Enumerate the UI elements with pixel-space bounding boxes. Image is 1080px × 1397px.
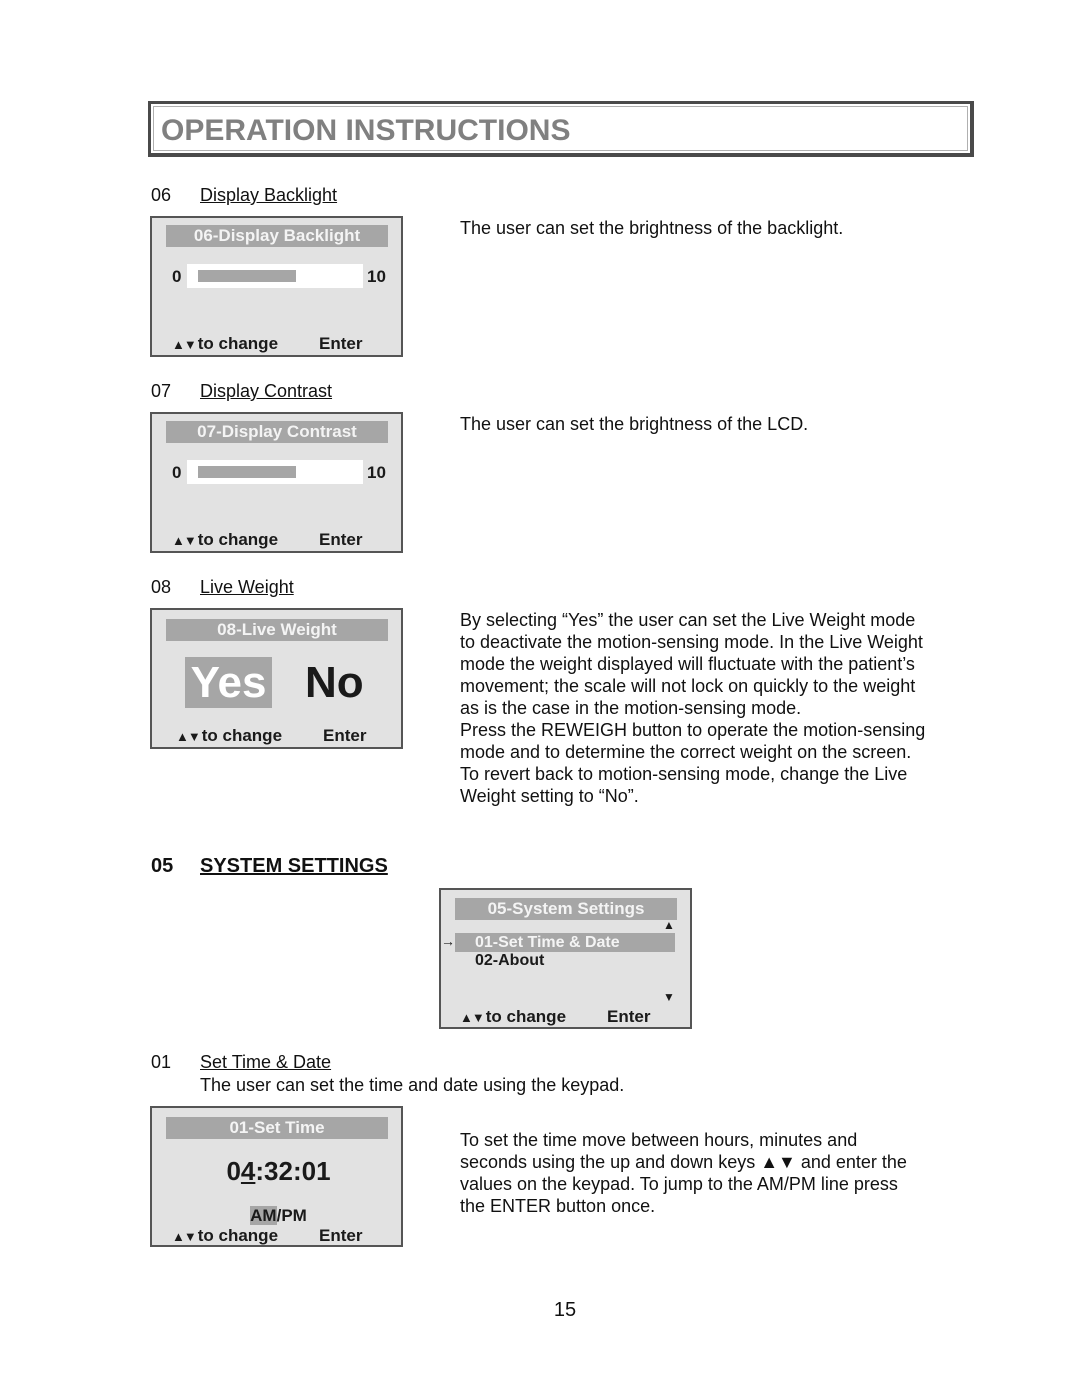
- hint-label: to change: [485, 1007, 567, 1026]
- text-line: the ENTER button once.: [460, 1196, 656, 1216]
- hint-label: to change: [197, 1226, 279, 1245]
- pointer-arrow-icon: →: [441, 933, 455, 949]
- hint-to-change: ▲▼ to change: [172, 530, 278, 550]
- up-down-arrows-icon: ▲▼: [172, 337, 197, 352]
- max-label: 10: [367, 267, 386, 286]
- heading-title: SYSTEM SETTINGS: [200, 855, 388, 877]
- lcd-title: 06-Display Backlight: [166, 225, 388, 247]
- scroll-up-icon: ▲: [663, 918, 675, 932]
- up-down-arrows-icon: ▲▼: [172, 1229, 197, 1244]
- enter-label: Enter: [319, 530, 363, 549]
- hint-label: to change: [197, 334, 279, 353]
- banner-title: OPERATION INSTRUCTIONS: [161, 114, 571, 147]
- up-down-arrows-icon: ▲▼: [172, 533, 197, 548]
- level-track: [187, 460, 363, 484]
- section-description: The user can set the brightness of the b…: [460, 218, 844, 238]
- hint-to-change: ▲▼ to change: [172, 1226, 278, 1246]
- time-rest: :32:01: [255, 1156, 331, 1186]
- enter-label: Enter: [323, 726, 367, 745]
- text-line: By selecting “Yes” the user can set the …: [460, 610, 916, 630]
- section-number: 07: [151, 381, 172, 401]
- menu-item-about: 02-About: [475, 952, 545, 969]
- text-line: mode and to determine the correct weight…: [460, 742, 912, 762]
- lcd-screen-backlight: 06-Display Backlight 0 10 ▲▼ to change En…: [150, 216, 403, 357]
- section-title: Display Contrast: [200, 381, 333, 401]
- lcd-title: 01-Set Time: [166, 1117, 388, 1139]
- section-banner: OPERATION INSTRUCTIONS: [148, 101, 974, 157]
- ampm-selected: AM: [250, 1206, 277, 1225]
- option-yes-selected: Yes: [185, 657, 272, 708]
- option-no: No: [305, 658, 364, 707]
- text-line: to deactivate the motion-sensing mode. I…: [460, 632, 923, 652]
- max-label: 10: [367, 463, 386, 482]
- time-hour-tens: 0: [226, 1156, 241, 1186]
- section-title: Set Time & Date: [200, 1052, 332, 1072]
- text-line: Weight setting to “No”.: [460, 786, 639, 806]
- set-time-description: To set the time move between hours, minu…: [460, 1129, 980, 1217]
- heading-number: 05: [151, 855, 174, 877]
- text-line: movement; the scale will not lock on qui…: [460, 676, 916, 696]
- lcd-screen-set-time: 01-Set Time 04:32:01 AM/PM ▲▼ to change E…: [150, 1106, 403, 1247]
- section-number: 08: [151, 577, 172, 597]
- text-line: as is the case in the motion-sensing mod…: [460, 698, 802, 718]
- level-fill: [198, 270, 297, 282]
- menu-item-set-time-date: 01-Set Time & Date: [455, 933, 675, 952]
- section-intro: The user can set the time and date using…: [200, 1075, 625, 1095]
- scroll-down-icon: ▼: [663, 990, 675, 1004]
- enter-label: Enter: [607, 1007, 651, 1026]
- time-cursor-digit: 4: [240, 1156, 256, 1186]
- text-line: To revert back to motion-sensing mode, c…: [460, 764, 908, 784]
- time-display: 04:32:01: [152, 1156, 405, 1187]
- page-number: 15: [553, 1299, 577, 1321]
- lcd-title: 07-Display Contrast: [166, 421, 388, 443]
- text-line: values on the keypad. To jump to the AM/…: [460, 1174, 898, 1194]
- text-line: mode the weight displayed will fluctuate…: [460, 654, 915, 674]
- min-label: 0: [172, 267, 182, 286]
- lcd-screen-contrast: 07-Display Contrast 0 10 ▲▼ to change Ent…: [150, 412, 403, 553]
- enter-label: Enter: [319, 334, 363, 353]
- section-title: Display Backlight: [200, 185, 338, 205]
- level-fill: [198, 466, 297, 478]
- section-description: The user can set the brightness of the L…: [460, 414, 809, 434]
- lcd-screen-live-weight: 08-Live Weight Yes No ▲▼ to change Enter: [150, 608, 403, 749]
- lcd-screen-system-settings: 05-System Settings ▲ → 01-Set Time & Dat…: [439, 888, 692, 1029]
- section-title: Live Weight: [200, 577, 294, 597]
- ampm-selector: AM/PM: [152, 1206, 405, 1226]
- text-line: Press the REWEIGH button to operate the …: [460, 720, 926, 740]
- up-down-arrows-icon: ▲▼: [176, 729, 201, 744]
- text-line: To set the time move between hours, minu…: [460, 1130, 858, 1150]
- up-down-arrows-icon: ▲▼: [460, 1010, 485, 1025]
- lcd-title: 08-Live Weight: [166, 619, 388, 641]
- hint-to-change: ▲▼ to change: [460, 1007, 566, 1027]
- section-number: 01: [151, 1052, 172, 1072]
- hint-label: to change: [201, 726, 283, 745]
- min-label: 0: [172, 463, 182, 482]
- section-number: 06: [151, 185, 172, 205]
- lcd-title: 05-System Settings: [455, 898, 677, 920]
- section-description: By selecting “Yes” the user can set the …: [460, 609, 980, 807]
- text-line: seconds using the up and down keys ▲▼ an…: [460, 1152, 907, 1172]
- enter-label: Enter: [319, 1226, 363, 1245]
- hint-label: to change: [197, 530, 279, 549]
- hint-to-change: ▲▼ to change: [172, 334, 278, 354]
- hint-to-change: ▲▼ to change: [176, 726, 282, 746]
- level-track: [187, 264, 363, 288]
- ampm-rest: /PM: [276, 1206, 307, 1225]
